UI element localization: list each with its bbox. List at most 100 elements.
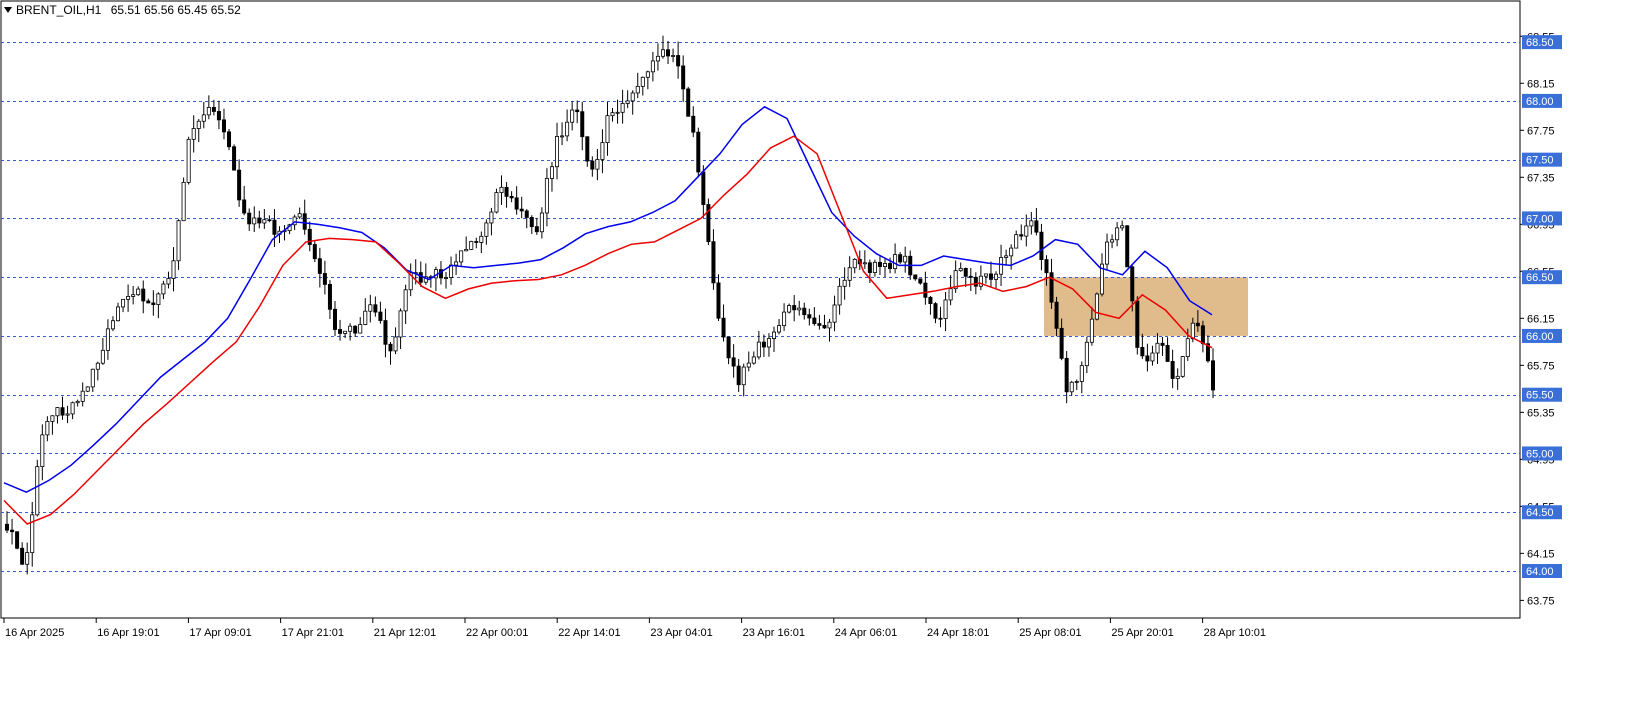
candle-down <box>736 365 741 386</box>
candle-up <box>1180 356 1185 377</box>
candle-up <box>55 407 60 417</box>
candle-up <box>852 258 857 269</box>
y-tick-label: 67.35 <box>1527 172 1555 184</box>
candle-down <box>1125 225 1130 268</box>
candle-up <box>1079 365 1084 382</box>
candle-up <box>484 222 489 237</box>
candle-down <box>1034 220 1039 233</box>
y-tick-label: 66.15 <box>1527 313 1555 325</box>
candle-up <box>560 135 565 138</box>
candle-up <box>25 552 30 565</box>
candle-up <box>978 275 983 287</box>
y-tick-label: 65.35 <box>1527 407 1555 419</box>
candle-down <box>812 317 817 325</box>
x-tick-label: 23 Apr 16:01 <box>743 627 805 639</box>
candle-down <box>221 119 226 133</box>
candle-up <box>777 325 782 333</box>
candle-up <box>459 250 464 263</box>
candle-up <box>883 263 888 267</box>
candle-down <box>504 186 509 197</box>
symbol-label: BRENT_OIL,H1 <box>16 3 102 17</box>
candle-up <box>1150 352 1155 362</box>
candle-down <box>378 311 383 321</box>
candle-down <box>1160 342 1165 346</box>
candle-up <box>797 307 802 311</box>
candle-up <box>1120 225 1125 229</box>
collapse-triangle-icon[interactable] <box>4 7 12 13</box>
candle-up <box>766 338 771 348</box>
candle-down <box>257 217 262 224</box>
candle-down <box>1140 347 1145 357</box>
candle-up <box>903 255 908 263</box>
candle-up <box>1084 341 1089 367</box>
x-tick-label: 24 Apr 06:01 <box>835 627 897 639</box>
candle-up <box>126 296 131 300</box>
x-tick-label: 16 Apr 2025 <box>5 627 64 639</box>
candle-up <box>1009 247 1014 257</box>
candle-up <box>196 120 201 129</box>
candle-down <box>1195 322 1200 327</box>
candle-up <box>368 304 373 312</box>
x-tick-label: 22 Apr 14:01 <box>558 627 620 639</box>
candle-up <box>1094 293 1099 320</box>
candle-down <box>237 169 242 201</box>
candle-down <box>519 208 524 212</box>
candle-down <box>973 276 978 287</box>
candle-down <box>383 320 388 345</box>
candle-up <box>1089 318 1094 343</box>
level-price-label: 68.00 <box>1526 96 1554 108</box>
candle-up <box>65 413 70 416</box>
candle-down <box>933 303 938 319</box>
candle-down <box>509 195 514 199</box>
candle-down <box>373 304 378 313</box>
candle-down <box>322 273 327 285</box>
candle-down <box>272 219 277 235</box>
candle-up <box>539 212 544 233</box>
candle-up <box>837 285 842 306</box>
candle-up <box>549 166 554 179</box>
candle-down <box>232 146 237 171</box>
candle-up <box>479 235 484 243</box>
candle-down <box>968 275 973 278</box>
candle-down <box>1044 259 1049 274</box>
level-price-label: 66.00 <box>1526 331 1554 343</box>
candle-down <box>60 407 65 416</box>
candle-up <box>348 325 353 332</box>
candle-down <box>913 274 918 280</box>
candle-down <box>590 160 595 170</box>
x-tick-label: 21 Apr 12:01 <box>374 627 436 639</box>
candle-up <box>80 390 85 402</box>
price-chart[interactable]: 68.5568.1567.7567.3566.9566.5566.1565.75… <box>0 0 1651 707</box>
candle-up <box>1155 342 1160 354</box>
x-tick-label: 25 Apr 20:01 <box>1111 627 1173 639</box>
candle-down <box>1059 327 1064 359</box>
candle-up <box>610 112 615 117</box>
candle-up <box>630 92 635 102</box>
candle-up <box>454 261 459 266</box>
y-tick-label: 68.15 <box>1527 78 1555 90</box>
candle-up <box>1024 225 1029 237</box>
candle-down <box>580 111 585 138</box>
candle-down <box>247 212 252 225</box>
x-tick-label: 17 Apr 21:01 <box>282 627 344 639</box>
zone-layer <box>1044 277 1248 336</box>
candle-up <box>75 400 80 404</box>
level-price-label: 64.00 <box>1526 566 1554 578</box>
level-price-label: 64.50 <box>1526 507 1554 519</box>
candle-up <box>95 362 100 370</box>
candle-up <box>893 254 898 269</box>
candle-down <box>227 131 232 148</box>
candle-up <box>45 421 50 436</box>
candle-up <box>1185 338 1190 357</box>
time-axis: 16 Apr 2025 16 Apr 19:01 17 Apr 09:01 17 Ap… <box>3 618 1266 639</box>
candle-up <box>787 305 792 313</box>
candle-down <box>807 314 812 319</box>
candle-up <box>90 368 95 388</box>
candle-up <box>635 85 640 94</box>
candle-up <box>186 138 191 183</box>
candle-down <box>1039 231 1044 261</box>
candle-up <box>595 159 600 170</box>
candle-up <box>343 330 348 334</box>
candle-down <box>731 357 736 367</box>
candle-up <box>50 415 55 422</box>
